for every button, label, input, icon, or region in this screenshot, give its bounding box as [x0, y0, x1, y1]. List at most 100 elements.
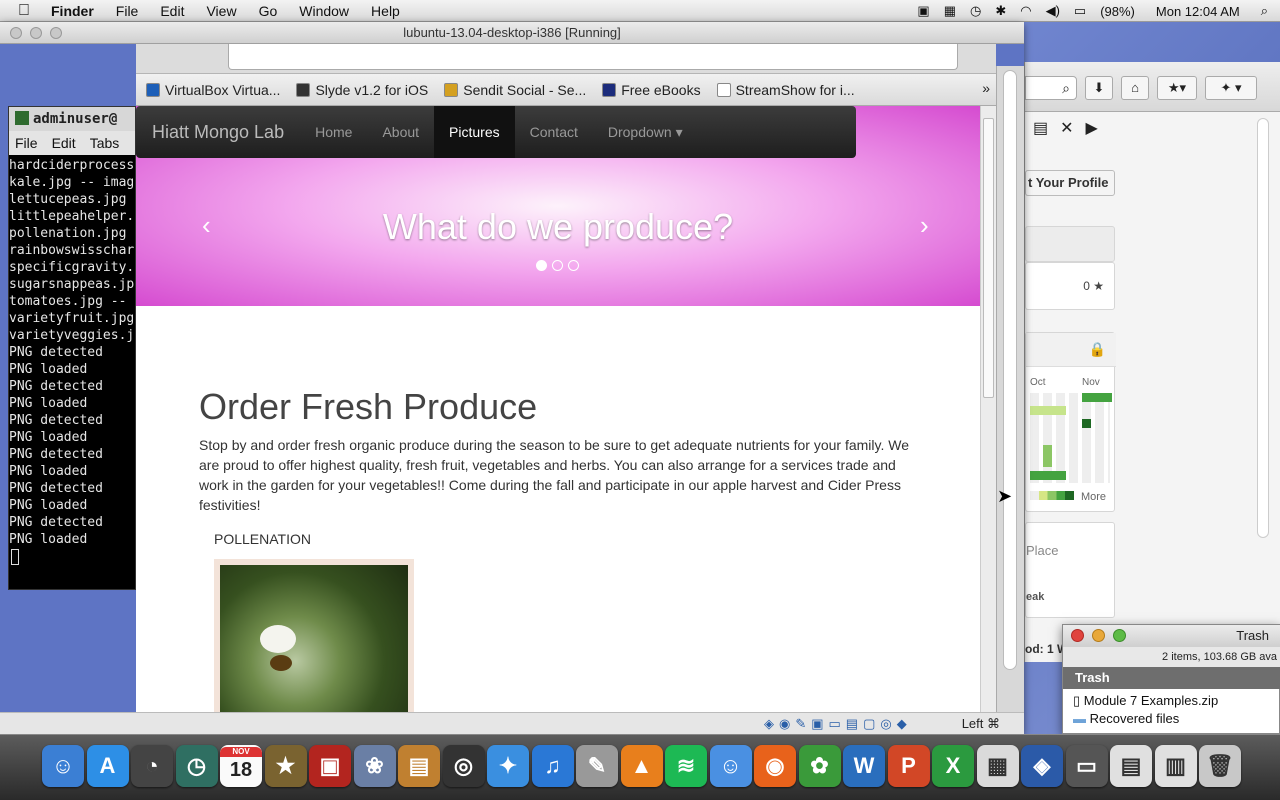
browser-url-bar[interactable]: [136, 44, 996, 74]
nav-pictures[interactable]: Pictures: [434, 106, 515, 158]
menu-window[interactable]: Window: [288, 3, 360, 19]
trash-minimize-button[interactable]: [1092, 629, 1105, 642]
vbox-vertical-scrollbar[interactable]: [996, 66, 1024, 734]
carousel-indicator-3[interactable]: [568, 260, 579, 271]
bookmark-star-icon[interactable]: ★▾: [1157, 76, 1197, 100]
dock: ☺ A ◔ ◷ NOV 18 ★ ▣ ❀ ▤ ◎ ✦ ♫ ✎ ▲ ≋ ☺ ◉ ✿ W P X ▦ ◈ ▭ ▤ ▥ 🗑: [0, 734, 1280, 800]
nav-contact[interactable]: Contact: [515, 106, 593, 158]
carousel-indicator-2[interactable]: [552, 260, 563, 271]
calendar-icon[interactable]: NOV 18: [220, 745, 262, 787]
nav-about[interactable]: About: [367, 106, 434, 158]
clock[interactable]: Mon 12:04 AM: [1142, 4, 1254, 19]
trash-close-button[interactable]: [1071, 629, 1084, 642]
finder-icon[interactable]: ☺: [42, 745, 84, 787]
bookmark-item[interactable]: Sendit Social - Se...: [444, 82, 586, 98]
site-brand[interactable]: Hiatt Mongo Lab: [136, 122, 300, 143]
scroll-thumb[interactable]: [983, 118, 994, 398]
page-vertical-scrollbar[interactable]: [980, 106, 996, 720]
close-window-button[interactable]: [10, 27, 22, 39]
firefox-icon[interactable]: ◉: [754, 745, 796, 787]
nav-home[interactable]: Home: [300, 106, 367, 158]
dashboard-icon[interactable]: ◔: [131, 745, 173, 787]
bookmarks-toolbar: VirtualBox Virtua... Slyde v1.2 for iOS Se…: [136, 74, 996, 106]
itunes-icon[interactable]: ♫: [531, 745, 574, 787]
trash-item-zip[interactable]: ▯ Module 7 Examples.zip: [1073, 693, 1218, 709]
zoom-window-button[interactable]: [50, 27, 62, 39]
trash-zoom-button[interactable]: [1113, 629, 1126, 642]
bookmarks-overflow-icon[interactable]: »: [982, 80, 990, 96]
vbox-scroll-thumb[interactable]: [1003, 70, 1017, 670]
volume-icon[interactable]: ◀): [1039, 3, 1067, 19]
search-icon[interactable]: ⌕: [1025, 76, 1077, 100]
documents-stack-icon[interactable]: ▤: [1110, 745, 1152, 787]
powerpoint-icon[interactable]: P: [887, 745, 930, 787]
terminal-menu-tabs[interactable]: Tabs: [90, 131, 120, 155]
terminal-menu-edit[interactable]: Edit: [52, 131, 76, 155]
zip-file-icon: ▯: [1073, 693, 1081, 708]
trash-icon[interactable]: 🗑: [1199, 745, 1241, 787]
app-menu-finder[interactable]: Finder: [40, 3, 105, 19]
bookmark-favicon-icon: [444, 82, 459, 97]
download-icon[interactable]: ⬇: [1085, 76, 1113, 100]
minimize-window-button[interactable]: [30, 27, 42, 39]
host-key-label: Left ⌘: [961, 716, 1000, 731]
bookmark-item[interactable]: Free eBooks: [602, 82, 701, 98]
facetime-icon[interactable]: ◎: [442, 745, 485, 787]
evernote-icon[interactable]: ✿: [798, 745, 841, 787]
safari-icon[interactable]: ✦: [487, 745, 529, 787]
pollenation-photo[interactable]: [214, 559, 414, 720]
time-machine-icon[interactable]: ◷: [963, 3, 988, 19]
terminal-menu-file[interactable]: File: [15, 131, 38, 155]
bookmark-item[interactable]: StreamShow for i...: [716, 82, 855, 98]
spotlight-search-icon[interactable]: ⌕: [1254, 3, 1280, 19]
evernote-status-icon[interactable]: ▣: [910, 3, 936, 19]
bookmark-item[interactable]: VirtualBox Virtua...: [146, 82, 280, 98]
vbox-device-icons[interactable]: ◈◉✎▣▭▤▢◎◆: [764, 716, 912, 732]
battery-percent[interactable]: (98%): [1093, 4, 1142, 19]
imovie-icon[interactable]: ★: [264, 745, 307, 787]
apple-menu-icon[interactable]: : [0, 2, 40, 20]
nav-dropdown[interactable]: Dropdown ▾: [593, 106, 698, 158]
vbox-vm-icon[interactable]: ▭: [1065, 745, 1108, 787]
terminal-line: PNG loaded: [9, 430, 88, 445]
word-icon[interactable]: W: [843, 745, 885, 787]
carousel-next-icon[interactable]: ›: [920, 210, 929, 241]
vlc-icon[interactable]: ▲: [620, 745, 663, 787]
url-input[interactable]: [228, 44, 958, 70]
home-icon[interactable]: ⌂: [1121, 76, 1149, 100]
page-tool-icons[interactable]: ▤✕▶: [1033, 118, 1110, 138]
background-window-scrollbar[interactable]: [1257, 118, 1269, 538]
app-store-icon[interactable]: A: [86, 745, 129, 787]
mouse-cursor-icon: ➤: [997, 486, 1013, 506]
battery-icon[interactable]: ▭: [1067, 3, 1093, 19]
carousel-indicator-1[interactable]: [536, 260, 547, 271]
spotify-icon[interactable]: ≋: [665, 745, 707, 787]
text-wrangler-icon[interactable]: ✎: [576, 745, 618, 787]
menu-go[interactable]: Go: [248, 3, 289, 19]
downloads-stack-icon[interactable]: ▥: [1154, 745, 1197, 787]
terminal-line: PNG detected: [9, 447, 103, 462]
menu-file[interactable]: File: [105, 3, 150, 19]
iphoto-icon[interactable]: ❀: [353, 745, 396, 787]
photo-booth-icon[interactable]: ▣: [309, 745, 351, 787]
preview-icon[interactable]: ▦: [976, 745, 1019, 787]
menu-help[interactable]: Help: [360, 3, 411, 19]
messenger-icon[interactable]: ☺: [709, 745, 752, 787]
virtualbox-icon[interactable]: ◈: [1021, 745, 1063, 787]
menu-edit[interactable]: Edit: [149, 3, 195, 19]
spaces-icon[interactable]: ▦: [937, 3, 963, 19]
excel-icon[interactable]: X: [932, 745, 974, 787]
bluetooth-icon[interactable]: ✱: [988, 3, 1013, 19]
edit-profile-button[interactable]: t Your Profile: [1025, 170, 1115, 196]
addon-icon[interactable]: ✦ ▾: [1205, 76, 1257, 100]
wifi-icon[interactable]: ◠: [1013, 3, 1038, 19]
terminal-window[interactable]: adminuser@ File Edit Tabs hardciderproce…: [8, 106, 136, 590]
bookmark-item[interactable]: Slyde v1.2 for iOS: [296, 82, 428, 98]
time-machine-icon[interactable]: ◷: [175, 745, 218, 787]
menu-view[interactable]: View: [195, 3, 247, 19]
trash-window: Trash 2 items, 103.68 GB ava Trash ▯ Mod…: [1062, 624, 1280, 734]
trash-item-folder[interactable]: ▬ Recovered files: [1073, 711, 1179, 726]
background-browser-toolbar: ⌕ ⬇ ⌂ ★▾ ✦ ▾: [1025, 62, 1280, 112]
calendar-more-link[interactable]: More: [1081, 491, 1106, 503]
image-capture-icon[interactable]: ▤: [398, 745, 440, 787]
